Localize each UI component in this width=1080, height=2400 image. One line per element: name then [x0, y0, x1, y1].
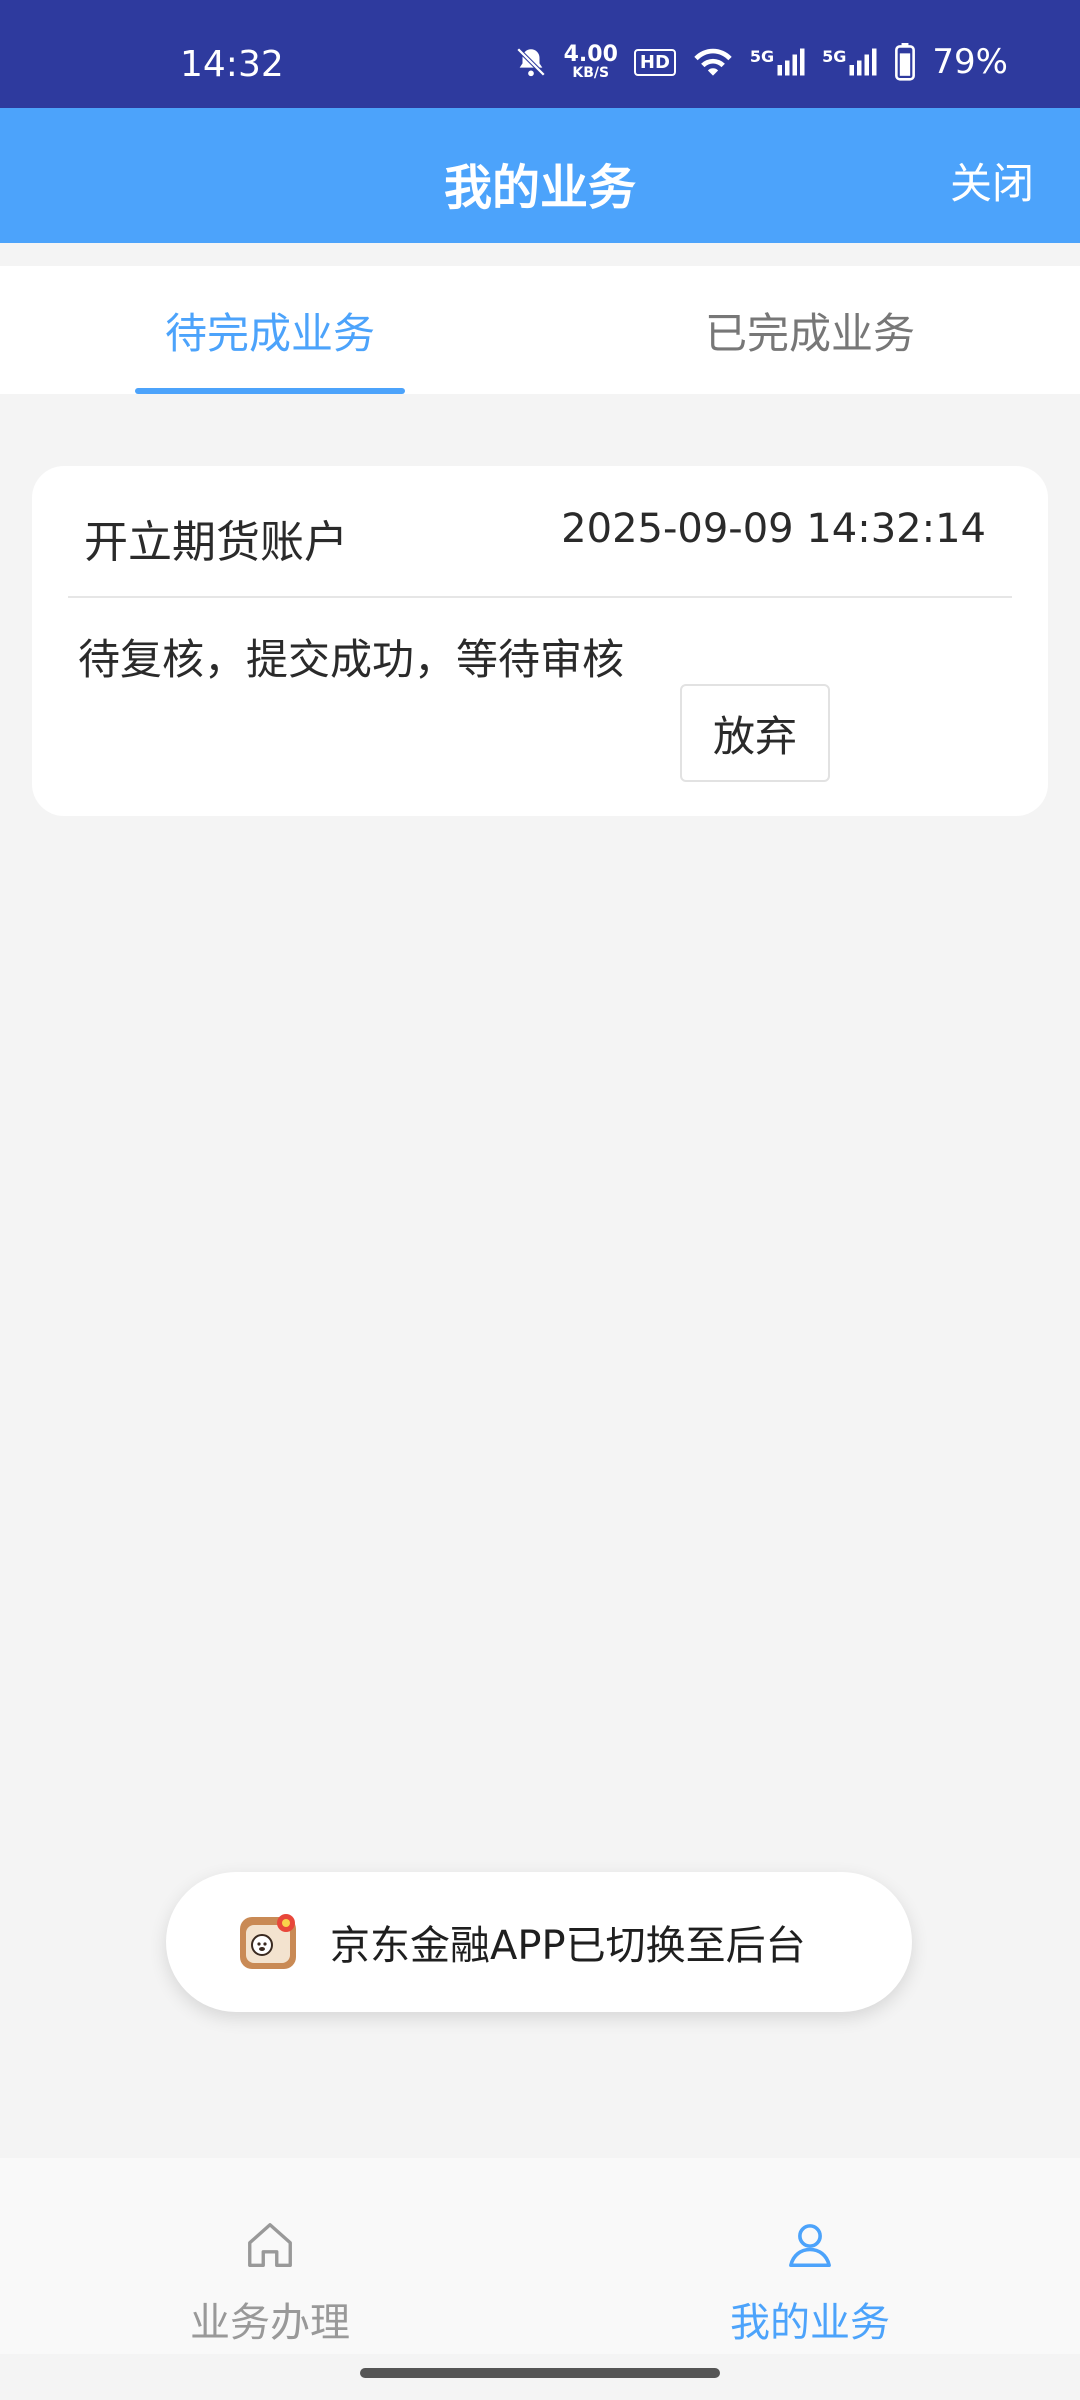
nav-my-business[interactable]: 我的业务 — [540, 2158, 1080, 2354]
tab-completed[interactable]: 已完成业务 — [540, 266, 1080, 394]
battery-percent: 79% — [932, 42, 1008, 82]
app-header: 我的业务 关闭 — [0, 108, 1080, 243]
nav-business-handling-label: 业务办理 — [190, 2300, 350, 2346]
status-icons: 4.00 KB/S HD 5G 5G 79% — [514, 42, 1008, 82]
tab-pending-label: 待完成业务 — [164, 308, 375, 358]
network-speed: 4.00 KB/S — [563, 42, 618, 81]
close-button[interactable]: 关闭 — [950, 150, 1034, 211]
business-status: 待复核，提交成功，等待审核 — [78, 635, 625, 684]
card-divider — [68, 596, 1012, 598]
abandon-button[interactable]: 放弃 — [680, 684, 830, 782]
hd-badge: HD — [633, 48, 676, 76]
signal-1-icon: 5G — [750, 47, 806, 77]
battery-icon — [894, 43, 916, 81]
business-card: 开立期货账户 2025-09-09 14:32:14 待复核，提交成功，等待审核… — [32, 466, 1048, 816]
home-icon — [243, 2218, 297, 2276]
tab-active-indicator — [135, 388, 405, 394]
business-time: 2025-09-09 14:32:14 — [561, 506, 986, 552]
nav-business-handling[interactable]: 业务办理 — [0, 2158, 540, 2354]
toast-text: 京东金融APP已切换至后台 — [330, 1923, 806, 1969]
tab-pending[interactable]: 待完成业务 — [0, 266, 540, 394]
jd-finance-app-icon — [238, 1911, 300, 1973]
business-tabs: 待完成业务 已完成业务 — [0, 266, 1080, 394]
wifi-icon — [692, 45, 734, 79]
background-toast: 京东金融APP已切换至后台 — [166, 1872, 912, 2012]
signal-2-icon: 5G — [822, 47, 878, 77]
bell-muted-icon — [514, 45, 548, 79]
business-title: 开立期货账户 — [84, 517, 348, 568]
status-time: 14:32 — [180, 44, 284, 85]
tab-completed-label: 已完成业务 — [704, 308, 915, 358]
bottom-nav: 业务办理 我的业务 — [0, 2158, 1080, 2354]
user-icon — [783, 2218, 837, 2276]
page-title: 我的业务 — [443, 160, 636, 216]
nav-my-business-label: 我的业务 — [730, 2300, 890, 2346]
status-bar: 14:32 4.00 KB/S HD 5G 5G 79% — [0, 0, 1080, 108]
home-indicator[interactable] — [360, 2368, 720, 2378]
